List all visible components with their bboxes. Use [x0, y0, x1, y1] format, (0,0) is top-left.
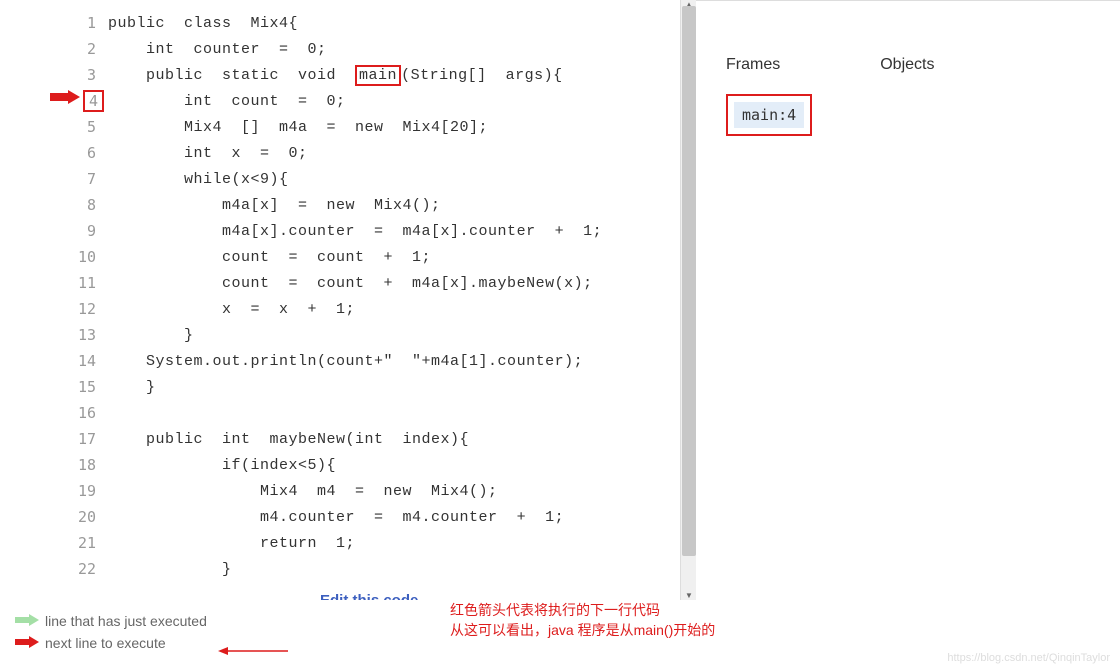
legend-executed-label: line that has just executed: [45, 613, 207, 629]
right-panel: Frames Objects main:4: [696, 0, 1120, 600]
annotation-arrow-icon: [218, 642, 288, 660]
line-number: 13: [70, 326, 108, 344]
code-text: m4a[x].counter = m4a[x].counter + 1;: [108, 223, 602, 240]
code-line: 19 Mix4 m4 = new Mix4();: [70, 478, 680, 504]
line-number: 2: [70, 40, 108, 58]
code-panel: 1public class Mix4{2 int counter = 0;3 p…: [0, 0, 680, 600]
line-number: 15: [70, 378, 108, 396]
line-number: 3: [70, 66, 108, 84]
code-line: 15 }: [70, 374, 680, 400]
code-line: 18 if(index<5){: [70, 452, 680, 478]
code-text: }: [108, 327, 194, 344]
code-text: if(index<5){: [108, 457, 336, 474]
code-text: public class Mix4{: [108, 15, 298, 32]
line-number: 12: [70, 300, 108, 318]
code-text: while(x<9){: [108, 171, 289, 188]
code-line: 4 int count = 0;: [70, 88, 680, 114]
code-text: System.out.println(count+" "+m4a[1].coun…: [108, 353, 583, 370]
line-number: 5: [70, 118, 108, 136]
code-text: int x = 0;: [108, 145, 308, 162]
line-number: 16: [70, 404, 108, 422]
code-text: m4.counter = m4.counter + 1;: [108, 509, 564, 526]
line-number: 9: [70, 222, 108, 240]
edit-code-link[interactable]: Edit this code: [320, 592, 418, 600]
line-number: 8: [70, 196, 108, 214]
scroll-down-icon[interactable]: ▼: [685, 591, 693, 600]
annotation-line2: 从这可以看出，java 程序是从main()开始的: [450, 620, 715, 640]
line-number: 19: [70, 482, 108, 500]
executed-arrow-icon: [15, 613, 39, 629]
code-text: count = count + m4a[x].maybeNew(x);: [108, 275, 593, 292]
line-number: 1: [70, 14, 108, 32]
code-line: 13 }: [70, 322, 680, 348]
code-line: 22 }: [70, 556, 680, 582]
code-text: public static void main(String[] args){: [108, 67, 563, 84]
next-line-arrow-icon: [50, 90, 80, 104]
code-line: 5 Mix4 [] m4a = new Mix4[20];: [70, 114, 680, 140]
code-line: 2 int counter = 0;: [70, 36, 680, 62]
line-number: 21: [70, 534, 108, 552]
legend-next-label: next line to execute: [45, 635, 166, 651]
code-text: x = x + 1;: [108, 301, 355, 318]
watermark: https://blog.csdn.net/QinqinTaylor: [947, 652, 1110, 664]
code-text: Mix4 m4 = new Mix4();: [108, 483, 498, 500]
scrollbar[interactable]: ▲ ▼: [680, 0, 696, 600]
code-text: public int maybeNew(int index){: [108, 431, 469, 448]
annotation-line1: 红色箭头代表将执行的下一行代码: [450, 600, 715, 620]
code-text: m4a[x] = new Mix4();: [108, 197, 441, 214]
code-line: 7 while(x<9){: [70, 166, 680, 192]
line-number: 22: [70, 560, 108, 578]
code-text: }: [108, 379, 156, 396]
code-line: 16: [70, 400, 680, 426]
scroll-thumb[interactable]: [682, 6, 696, 556]
code-line: 1public class Mix4{: [70, 10, 680, 36]
code-text: count = count + 1;: [108, 249, 431, 266]
code-line: 11 count = count + m4a[x].maybeNew(x);: [70, 270, 680, 296]
line-number: 18: [70, 456, 108, 474]
stack-frame[interactable]: main:4: [734, 102, 804, 128]
code-text: Mix4 [] m4a = new Mix4[20];: [108, 119, 488, 136]
frames-header: Frames: [726, 56, 780, 74]
code-line: 8 m4a[x] = new Mix4();: [70, 192, 680, 218]
legend: line that has just executed next line to…: [15, 610, 207, 654]
code-line: 12 x = x + 1;: [70, 296, 680, 322]
next-arrow-icon: [15, 635, 39, 651]
code-line: 21 return 1;: [70, 530, 680, 556]
code-line: 14 System.out.println(count+" "+m4a[1].c…: [70, 348, 680, 374]
code-text: }: [108, 561, 232, 578]
main-container: 1public class Mix4{2 int counter = 0;3 p…: [0, 0, 1120, 600]
code-line: 20 m4.counter = m4.counter + 1;: [70, 504, 680, 530]
line-number: 10: [70, 248, 108, 266]
code-line: 10 count = count + 1;: [70, 244, 680, 270]
line-number: 20: [70, 508, 108, 526]
code-text: int counter = 0;: [108, 41, 327, 58]
code-text: return 1;: [108, 535, 355, 552]
objects-header: Objects: [880, 56, 934, 74]
frame-highlight-box: main:4: [726, 94, 812, 136]
line-number: 6: [70, 144, 108, 162]
line-number: 14: [70, 352, 108, 370]
line-number: 17: [70, 430, 108, 448]
code-line: 6 int x = 0;: [70, 140, 680, 166]
code-text: int count = 0;: [108, 93, 346, 110]
code-line: 17 public int maybeNew(int index){: [70, 426, 680, 452]
line-number: 11: [70, 274, 108, 292]
annotation-text: 红色箭头代表将执行的下一行代码 从这可以看出，java 程序是从main()开始…: [450, 600, 715, 640]
line-number: 7: [70, 170, 108, 188]
code-line: 9 m4a[x].counter = m4a[x].counter + 1;: [70, 218, 680, 244]
code-line: 3 public static void main(String[] args)…: [70, 62, 680, 88]
